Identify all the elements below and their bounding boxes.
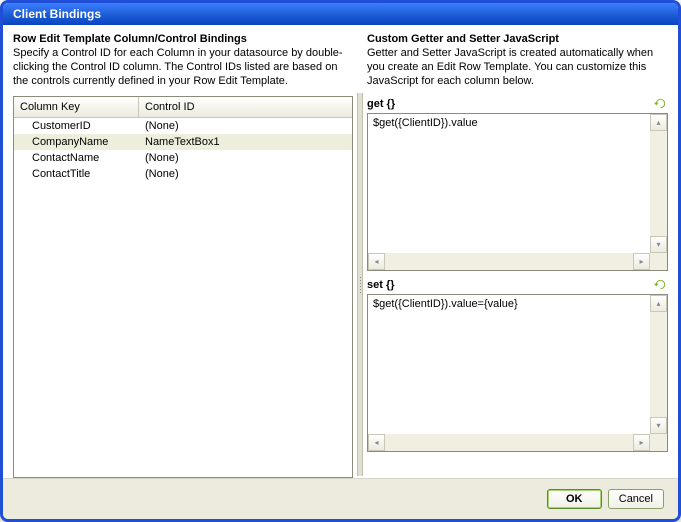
scroll-right-icon[interactable]: ▸ xyxy=(633,253,650,270)
scroll-track[interactable] xyxy=(385,253,633,270)
content-area: Row Edit Template Column/Control Binding… xyxy=(3,25,678,478)
cell-control-id[interactable]: (None) xyxy=(139,118,352,134)
refresh-set-icon[interactable] xyxy=(653,277,668,292)
set-code-content[interactable]: $get({ClientID}).value={value} xyxy=(368,295,650,434)
get-code-box[interactable]: $get({ClientID}).value ▴ ▾ ◂ ▸ xyxy=(367,113,668,271)
scroll-down-icon[interactable]: ▾ xyxy=(650,417,667,434)
get-scrollbar-v[interactable]: ▴ ▾ xyxy=(650,114,667,253)
table-row[interactable]: ContactName(None) xyxy=(14,150,352,166)
grid-header-control-id[interactable]: Control ID xyxy=(139,97,352,117)
cell-column-key[interactable]: ContactName xyxy=(14,150,139,166)
scroll-left-icon[interactable]: ◂ xyxy=(368,434,385,451)
scroll-up-icon[interactable]: ▴ xyxy=(650,114,667,131)
left-panel: Row Edit Template Column/Control Binding… xyxy=(13,33,353,478)
set-scrollbar-h[interactable]: ◂ ▸ xyxy=(368,434,650,451)
left-description: Specify a Control ID for each Column in … xyxy=(13,47,353,88)
dialog-client-bindings: Client Bindings Row Edit Template Column… xyxy=(0,0,681,522)
scroll-track[interactable] xyxy=(385,434,633,451)
set-label: set {} xyxy=(367,279,395,291)
cancel-button[interactable]: Cancel xyxy=(608,489,664,509)
ok-button[interactable]: OK xyxy=(547,489,602,509)
bindings-grid[interactable]: Column Key Control ID CustomerID(None)Co… xyxy=(13,96,353,478)
splitter-handle[interactable] xyxy=(357,93,363,476)
cell-control-id[interactable]: (None) xyxy=(139,166,352,182)
set-code-box[interactable]: $get({ClientID}).value={value} ▴ ▾ ◂ ▸ xyxy=(367,294,668,452)
refresh-get-icon[interactable] xyxy=(653,96,668,111)
left-heading: Row Edit Template Column/Control Binding… xyxy=(13,33,353,45)
cell-column-key[interactable]: CompanyName xyxy=(14,134,139,150)
cell-column-key[interactable]: CustomerID xyxy=(14,118,139,134)
table-row[interactable]: CompanyNameNameTextBox1 xyxy=(14,134,352,150)
cell-control-id[interactable]: NameTextBox1 xyxy=(139,134,352,150)
right-heading: Custom Getter and Setter JavaScript xyxy=(367,33,668,45)
set-section: set {} $get({ClientID}).value={value} ▴ … xyxy=(367,277,668,452)
table-row[interactable]: CustomerID(None) xyxy=(14,118,352,134)
cell-control-id[interactable]: (None) xyxy=(139,150,352,166)
right-panel: Custom Getter and Setter JavaScript Gett… xyxy=(367,33,668,478)
get-code-content[interactable]: $get({ClientID}).value xyxy=(368,114,650,253)
scroll-corner xyxy=(650,434,667,451)
grid-header: Column Key Control ID xyxy=(14,97,352,118)
scroll-right-icon[interactable]: ▸ xyxy=(633,434,650,451)
button-bar: OK Cancel xyxy=(3,478,678,519)
scroll-left-icon[interactable]: ◂ xyxy=(368,253,385,270)
scroll-track[interactable] xyxy=(650,312,667,417)
cell-column-key[interactable]: ContactTitle xyxy=(14,166,139,182)
get-label: get {} xyxy=(367,98,395,110)
scroll-corner xyxy=(650,253,667,270)
table-row[interactable]: ContactTitle(None) xyxy=(14,166,352,182)
scroll-down-icon[interactable]: ▾ xyxy=(650,236,667,253)
set-scrollbar-v[interactable]: ▴ ▾ xyxy=(650,295,667,434)
window-title: Client Bindings xyxy=(13,7,101,21)
titlebar[interactable]: Client Bindings xyxy=(3,3,678,25)
right-description: Getter and Setter JavaScript is created … xyxy=(367,47,668,88)
grid-header-column-key[interactable]: Column Key xyxy=(14,97,139,117)
grid-body: CustomerID(None)CompanyNameNameTextBox1C… xyxy=(14,118,352,182)
scroll-track[interactable] xyxy=(650,131,667,236)
get-scrollbar-h[interactable]: ◂ ▸ xyxy=(368,253,650,270)
scroll-up-icon[interactable]: ▴ xyxy=(650,295,667,312)
get-section: get {} $get({ClientID}).value ▴ ▾ ◂ xyxy=(367,96,668,271)
